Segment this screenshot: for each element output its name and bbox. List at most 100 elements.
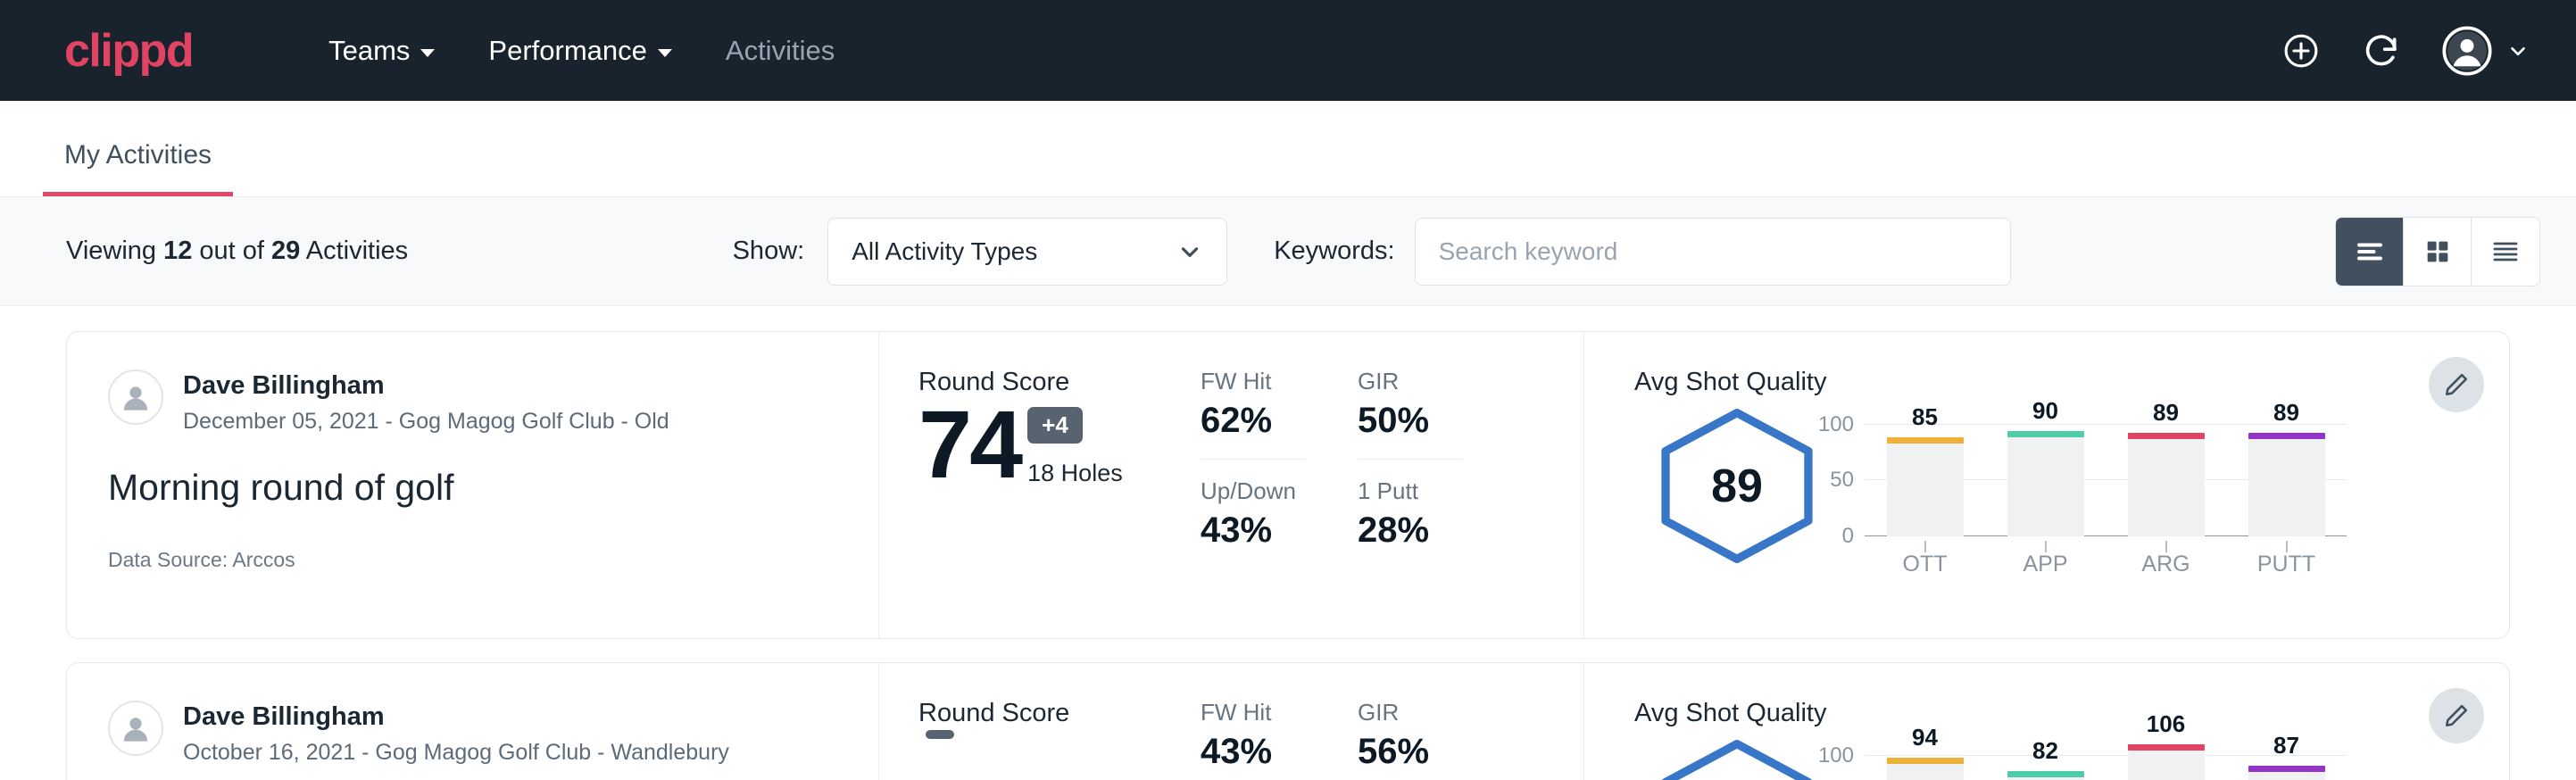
tab-my-activities[interactable]: My Activities bbox=[43, 140, 233, 196]
clippd-logo[interactable]: clippd bbox=[64, 28, 193, 74]
stat-value: 28% bbox=[1358, 510, 1463, 551]
nav-item-activities[interactable]: Activities bbox=[699, 35, 861, 67]
holes-label: 18 Holes bbox=[1027, 460, 1123, 487]
x-tick-label: APP bbox=[1985, 552, 2106, 577]
chevron-down-icon bbox=[420, 49, 435, 57]
viewing-mid: out of bbox=[192, 236, 271, 265]
activity-meta: October 16, 2021 - Gog Magog Golf Club -… bbox=[183, 740, 729, 766]
view-mode-toggle bbox=[2335, 217, 2540, 286]
bar-cap bbox=[2248, 766, 2325, 772]
quality-hexagon bbox=[1654, 739, 1820, 780]
compact-view-icon[interactable] bbox=[2472, 218, 2539, 286]
y-tick-label: 100 bbox=[1818, 743, 1854, 768]
y-tick-label: 50 bbox=[1830, 468, 1854, 493]
bar-cap bbox=[2248, 433, 2325, 439]
plus-circle-icon[interactable] bbox=[2281, 31, 2321, 71]
bar-group: 94 82 106 87 bbox=[1865, 739, 2347, 780]
user-name: Dave Billingham bbox=[183, 702, 729, 732]
bar-value-label: 89 bbox=[2226, 399, 2347, 427]
stat-fw-hit: FW Hit 43% bbox=[1201, 699, 1306, 780]
score-badge bbox=[926, 730, 954, 739]
bar-cap bbox=[2007, 771, 2084, 777]
main-nav: Teams Performance Activities bbox=[302, 35, 861, 67]
round-score-value: 74 bbox=[918, 399, 1020, 491]
x-tick-label: OTT bbox=[1865, 552, 1985, 577]
search-input[interactable] bbox=[1415, 218, 2011, 286]
stat-label: 1 Putt bbox=[1358, 477, 1463, 505]
stats-grid: FW Hit 43% GIR 56% Up/Down 1 Putt bbox=[1201, 663, 1584, 780]
bar-group: 85 90 89 89 bbox=[1865, 408, 2347, 536]
stat-up-down: Up/Down 43% bbox=[1201, 477, 1306, 551]
avg-shot-quality-label: Avg Shot Quality bbox=[1634, 699, 2509, 728]
bar-value-label: 82 bbox=[1985, 737, 2106, 765]
stat-label: FW Hit bbox=[1201, 368, 1306, 395]
list-view-icon[interactable] bbox=[2336, 218, 2404, 286]
bar-column: 94 bbox=[1865, 739, 1985, 780]
quality-hexagon: 89 bbox=[1654, 408, 1820, 564]
activity-list: Dave Billingham December 05, 2021 - Gog … bbox=[0, 306, 2576, 780]
chevron-down-icon bbox=[658, 49, 672, 57]
stat-fw-hit: FW Hit 62% bbox=[1201, 368, 1306, 460]
bar bbox=[2248, 770, 2325, 780]
nav-label-activities: Activities bbox=[726, 35, 835, 67]
avg-shot-quality-block: Avg Shot Quality 89 050100 85 90 bbox=[1584, 332, 2509, 638]
user-avatar-icon bbox=[2442, 26, 2492, 76]
user-name: Dave Billingham bbox=[183, 371, 669, 401]
shot-quality-chart: 050100 85 90 89 89 OTTAPP bbox=[1865, 408, 2347, 577]
stats-grid: FW Hit 62% GIR 50% Up/Down 43% 1 Putt 28… bbox=[1201, 332, 1584, 638]
bar-cap bbox=[2128, 433, 2205, 439]
user-menu[interactable] bbox=[2442, 26, 2530, 76]
round-score-block: Round Score bbox=[879, 663, 1201, 780]
pencil-icon bbox=[2442, 701, 2471, 730]
y-tick-label: 100 bbox=[1818, 412, 1854, 437]
x-tick-label: ARG bbox=[2106, 552, 2226, 577]
bar bbox=[2007, 776, 2084, 780]
stat-label: GIR bbox=[1358, 368, 1463, 395]
stat-gir: GIR 56% bbox=[1358, 699, 1463, 780]
avg-shot-quality-label: Avg Shot Quality bbox=[1634, 368, 2509, 397]
stat-label: GIR bbox=[1358, 699, 1463, 726]
activity-card[interactable]: Dave Billingham October 16, 2021 - Gog M… bbox=[66, 662, 2510, 780]
bar-column: 90 bbox=[1985, 408, 2106, 536]
tab-bar: My Activities bbox=[0, 101, 2576, 197]
edit-activity-button[interactable] bbox=[2429, 357, 2484, 412]
bar-column: 85 bbox=[1865, 408, 1985, 536]
chevron-down-icon bbox=[1176, 238, 1203, 265]
show-label: Show: bbox=[733, 236, 805, 266]
app-header: clippd Teams Performance Activities bbox=[0, 0, 2576, 101]
round-score-block: Round Score 74 +4 18 Holes bbox=[879, 332, 1201, 638]
bar-column: 89 bbox=[2106, 408, 2226, 536]
refresh-icon[interactable] bbox=[2362, 31, 2401, 71]
bar-value-label: 94 bbox=[1865, 724, 1985, 751]
stat-value: 62% bbox=[1201, 401, 1306, 441]
bar-column: 82 bbox=[1985, 739, 2106, 780]
activity-type-value: All Activity Types bbox=[852, 237, 1176, 266]
data-source: Data Source: Arccos bbox=[108, 548, 837, 572]
nav-label-teams: Teams bbox=[328, 35, 410, 67]
stat-value: 43% bbox=[1201, 732, 1306, 772]
stat-value: 50% bbox=[1358, 401, 1463, 441]
grid-view-icon[interactable] bbox=[2404, 218, 2472, 286]
activity-summary: Dave Billingham October 16, 2021 - Gog M… bbox=[67, 663, 879, 780]
filter-bar: Viewing 12 out of 29 Activities Show: Al… bbox=[0, 197, 2576, 306]
x-axis-labels: OTTAPPARGPUTT bbox=[1865, 552, 2347, 577]
score-badge: +4 bbox=[1027, 407, 1083, 444]
stat-label: FW Hit bbox=[1201, 699, 1306, 726]
x-tick-label: PUTT bbox=[2226, 552, 2347, 577]
stat-value: 56% bbox=[1358, 732, 1463, 772]
bar-cap bbox=[2128, 744, 2205, 751]
edit-activity-button[interactable] bbox=[2429, 688, 2484, 743]
bar-cap bbox=[1887, 437, 1964, 444]
bar-value-label: 106 bbox=[2106, 710, 2226, 738]
activity-user: Dave Billingham December 05, 2021 - Gog … bbox=[108, 369, 837, 435]
tab-label: My Activities bbox=[64, 140, 212, 170]
bar-column: 106 bbox=[2106, 739, 2226, 780]
viewing-suffix: Activities bbox=[300, 236, 408, 265]
keywords-label: Keywords: bbox=[1274, 236, 1394, 266]
stat-1-putt: 1 Putt 28% bbox=[1358, 477, 1463, 551]
nav-item-performance[interactable]: Performance bbox=[461, 35, 698, 67]
nav-item-teams[interactable]: Teams bbox=[302, 35, 461, 67]
activity-type-select[interactable]: All Activity Types bbox=[827, 218, 1227, 286]
avatar bbox=[108, 701, 163, 756]
activity-card[interactable]: Dave Billingham December 05, 2021 - Gog … bbox=[66, 331, 2510, 639]
